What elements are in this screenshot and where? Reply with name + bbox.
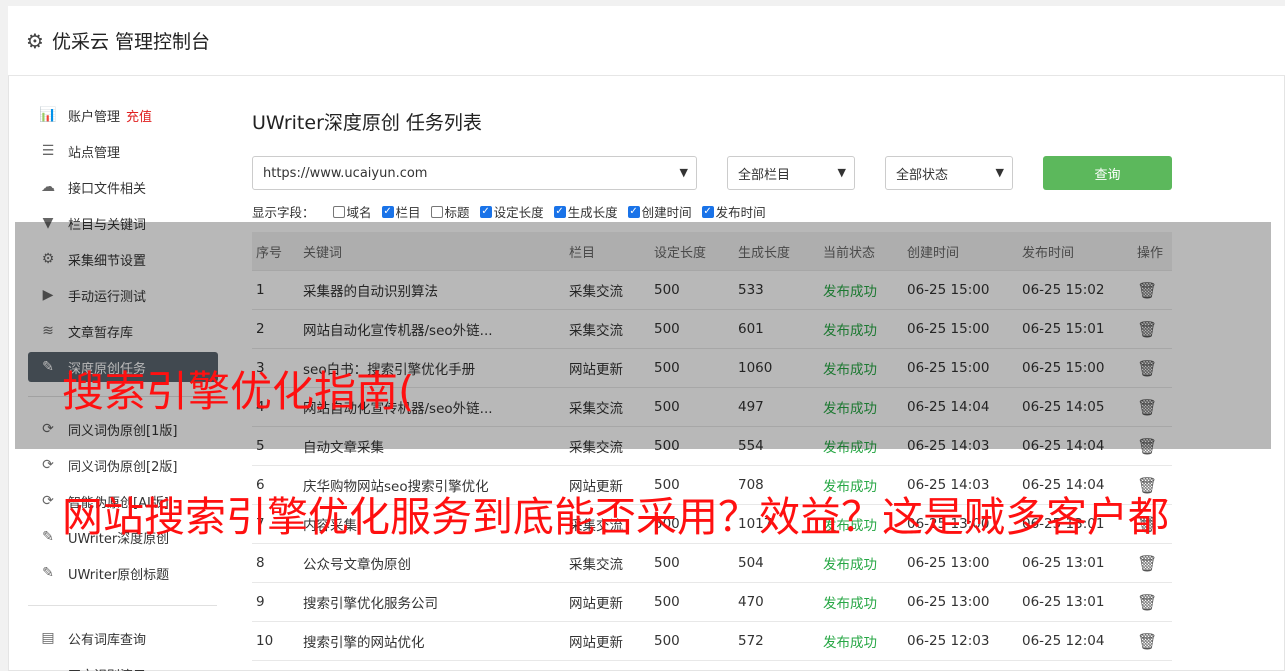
sidebar-item[interactable]: ⟳ 同义词伪原创[2版] — [28, 447, 218, 483]
page-title: UWriter深度原创 任务列表 — [252, 112, 482, 134]
gear-icon: ⚙ — [26, 28, 44, 53]
chevron-down-icon: ▼ — [995, 166, 1004, 179]
field-checkbox[interactable]: ✓ 生成长度 — [553, 202, 618, 221]
table-cell: 504 — [738, 555, 764, 571]
status-cell: 发布成功 — [823, 596, 877, 612]
trash-icon[interactable]: 🗑 — [1137, 632, 1157, 651]
actions-cell: 🗑 — [1133, 632, 1172, 651]
table-cell: 06-25 13:01 — [1022, 555, 1105, 571]
table-cell: 搜索引擎优化服务公司 — [303, 596, 438, 612]
refresh-icon: ⟳ — [42, 493, 54, 509]
checkbox-checked-icon[interactable]: ✓ — [479, 205, 492, 218]
checkbox-checked-icon[interactable]: ✓ — [553, 205, 566, 218]
trash-icon[interactable]: 🗑 — [1137, 554, 1157, 573]
trash-icon[interactable]: 🗑 — [1137, 593, 1157, 612]
sidebar-item-label: 公有词库查询 — [68, 632, 147, 648]
table-cell: 572 — [738, 633, 764, 649]
field-checkbox-label: 生成长度 — [567, 205, 618, 220]
table-cell: 采集交流 — [569, 557, 623, 573]
table-cell: 500 — [654, 555, 680, 571]
table-row: 10 搜索引擎的网站优化 网站更新 500 572 发布成功 06-25 12:03 06-2… — [252, 622, 1172, 661]
status-select-value: 全部状态 — [896, 167, 949, 183]
display-fields: 显示字段： 域名 ✓ 栏目 标题 ✓ 设定长度 ✓ 生成长度 ✓ 创建时间 ✓ 发布时间 — [252, 202, 776, 221]
field-checkbox[interactable]: 标题 — [430, 202, 470, 221]
table-cell: 06-25 13:00 — [907, 555, 990, 571]
recharge-link[interactable]: 充值 — [126, 106, 152, 125]
field-checkbox[interactable]: ✓ 设定长度 — [479, 202, 544, 221]
edit-icon: ✎ — [42, 565, 54, 581]
field-checkbox-label: 创建时间 — [641, 205, 692, 220]
checkbox-empty-icon[interactable] — [430, 205, 443, 218]
sidebar-item[interactable]: ▤ 公有词库查询 — [28, 620, 218, 656]
field-checkbox[interactable]: ✓ 栏目 — [381, 202, 421, 221]
display-fields-label: 显示字段： — [252, 205, 315, 220]
sidebar-item-label: UWriter原创标题 — [68, 567, 170, 583]
table-cell: 06-25 13:00 — [907, 594, 990, 610]
field-checkbox[interactable]: ✓ 发布时间 — [701, 202, 766, 221]
table-cell: 搜索引擎的网站优化 — [303, 635, 425, 651]
table-cell: 470 — [738, 594, 764, 610]
monitor-icon: ▭ — [38, 666, 58, 671]
table-cell: 公众号文章伪原创 — [303, 557, 411, 573]
sidebar-item[interactable]: ☁ 接口文件相关 — [28, 169, 218, 205]
sidebar-item[interactable]: ☰ 站点管理 — [28, 133, 218, 169]
query-button[interactable]: 查询 — [1043, 156, 1172, 190]
sidebar-item[interactable]: 📊 账户管理 充值 — [28, 97, 218, 133]
cloud-upload-icon: ☁ — [41, 179, 55, 195]
sidebar-divider — [28, 605, 217, 606]
app-title: 优采云 管理控制台 — [51, 31, 210, 53]
checkbox-checked-icon[interactable]: ✓ — [627, 205, 640, 218]
checkbox-checked-icon[interactable]: ✓ — [701, 205, 714, 218]
column-select[interactable]: 全部栏目 ▼ — [727, 156, 855, 190]
table-cell: 06-25 12:04 — [1022, 633, 1105, 649]
table-row: 9 搜索引擎优化服务公司 网站更新 500 470 发布成功 06-25 13:00 06-2… — [252, 583, 1172, 622]
sidebar-item-label: 正文识别演示 — [68, 665, 146, 671]
status-cell: 发布成功 — [823, 557, 877, 573]
field-checkbox[interactable]: ✓ 创建时间 — [627, 202, 692, 221]
bar-chart-icon: 📊 — [39, 107, 57, 123]
status-select[interactable]: 全部状态 ▼ — [885, 156, 1013, 190]
field-checkbox-label: 发布时间 — [715, 205, 766, 220]
table-cell: 8 — [256, 555, 265, 571]
sidebar-item-label: 账户管理 — [68, 109, 121, 125]
table-cell: 网站更新 — [569, 635, 623, 651]
app-header: ⚙ 优采云 管理控制台 — [8, 6, 1285, 76]
site-select-value: https://www.ucaiyun.com — [263, 165, 428, 181]
table-cell: 10 — [256, 633, 274, 649]
table-cell: 500 — [654, 633, 680, 649]
chevron-down-icon: ▼ — [837, 166, 846, 179]
table-cell: 500 — [654, 594, 680, 610]
column-select-value: 全部栏目 — [738, 167, 791, 183]
overlay-text-line1: 搜索引擎优化指南( — [62, 367, 415, 416]
actions-cell: 🗑 — [1133, 554, 1172, 573]
table-cell: 06-25 13:01 — [1022, 594, 1105, 610]
checkbox-empty-icon[interactable] — [332, 205, 345, 218]
site-select[interactable]: https://www.ucaiyun.com ▼ — [252, 156, 697, 190]
sidebar-item[interactable]: ▭ 正文识别演示 — [28, 656, 218, 671]
table-cell: 06-25 12:03 — [907, 633, 990, 649]
refresh-icon: ⟳ — [42, 457, 54, 473]
sidebar-item-label: 同义词伪原创[2版] — [68, 459, 178, 475]
sidebar-item[interactable]: ✎ UWriter原创标题 — [28, 555, 218, 591]
table-row: 8 公众号文章伪原创 采集交流 500 504 发布成功 06-25 13:00 06-25 … — [252, 544, 1172, 583]
sidebar-item-label: 站点管理 — [68, 145, 121, 161]
table-cell: 9 — [256, 594, 265, 610]
table-cell: 网站更新 — [569, 596, 623, 612]
edit-icon: ✎ — [42, 529, 54, 545]
checkbox-checked-icon[interactable]: ✓ — [381, 205, 394, 218]
chevron-down-icon: ▼ — [679, 166, 688, 179]
status-cell: 发布成功 — [823, 635, 877, 651]
field-checkbox-label: 栏目 — [395, 205, 421, 220]
field-checkbox-label: 标题 — [444, 205, 470, 220]
field-checkbox-label: 域名 — [346, 205, 372, 220]
server-icon: ☰ — [41, 143, 55, 159]
actions-cell: 🗑 — [1133, 593, 1172, 612]
book-icon: ▤ — [41, 630, 55, 646]
field-checkbox-label: 设定长度 — [493, 205, 544, 220]
overlay-text-line2: 网站搜索引擎优化服务到底能否采用？效益？这是贼多客户都 — [62, 493, 1169, 541]
sidebar-item-label: 接口文件相关 — [68, 181, 147, 197]
field-checkbox[interactable]: 域名 — [332, 202, 372, 221]
